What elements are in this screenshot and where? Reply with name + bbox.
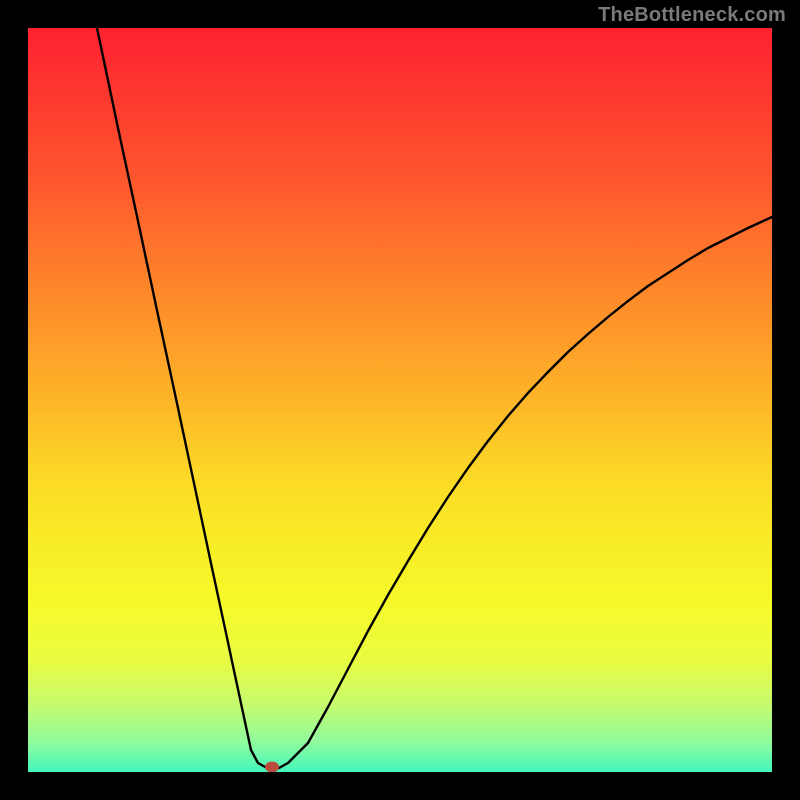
curve-svg xyxy=(28,28,772,772)
chart-frame: TheBottleneck.com xyxy=(0,0,800,800)
attribution-text: TheBottleneck.com xyxy=(598,4,786,27)
minimum-marker xyxy=(265,762,279,773)
plot-area xyxy=(28,28,772,772)
bottleneck-curve xyxy=(97,28,772,768)
